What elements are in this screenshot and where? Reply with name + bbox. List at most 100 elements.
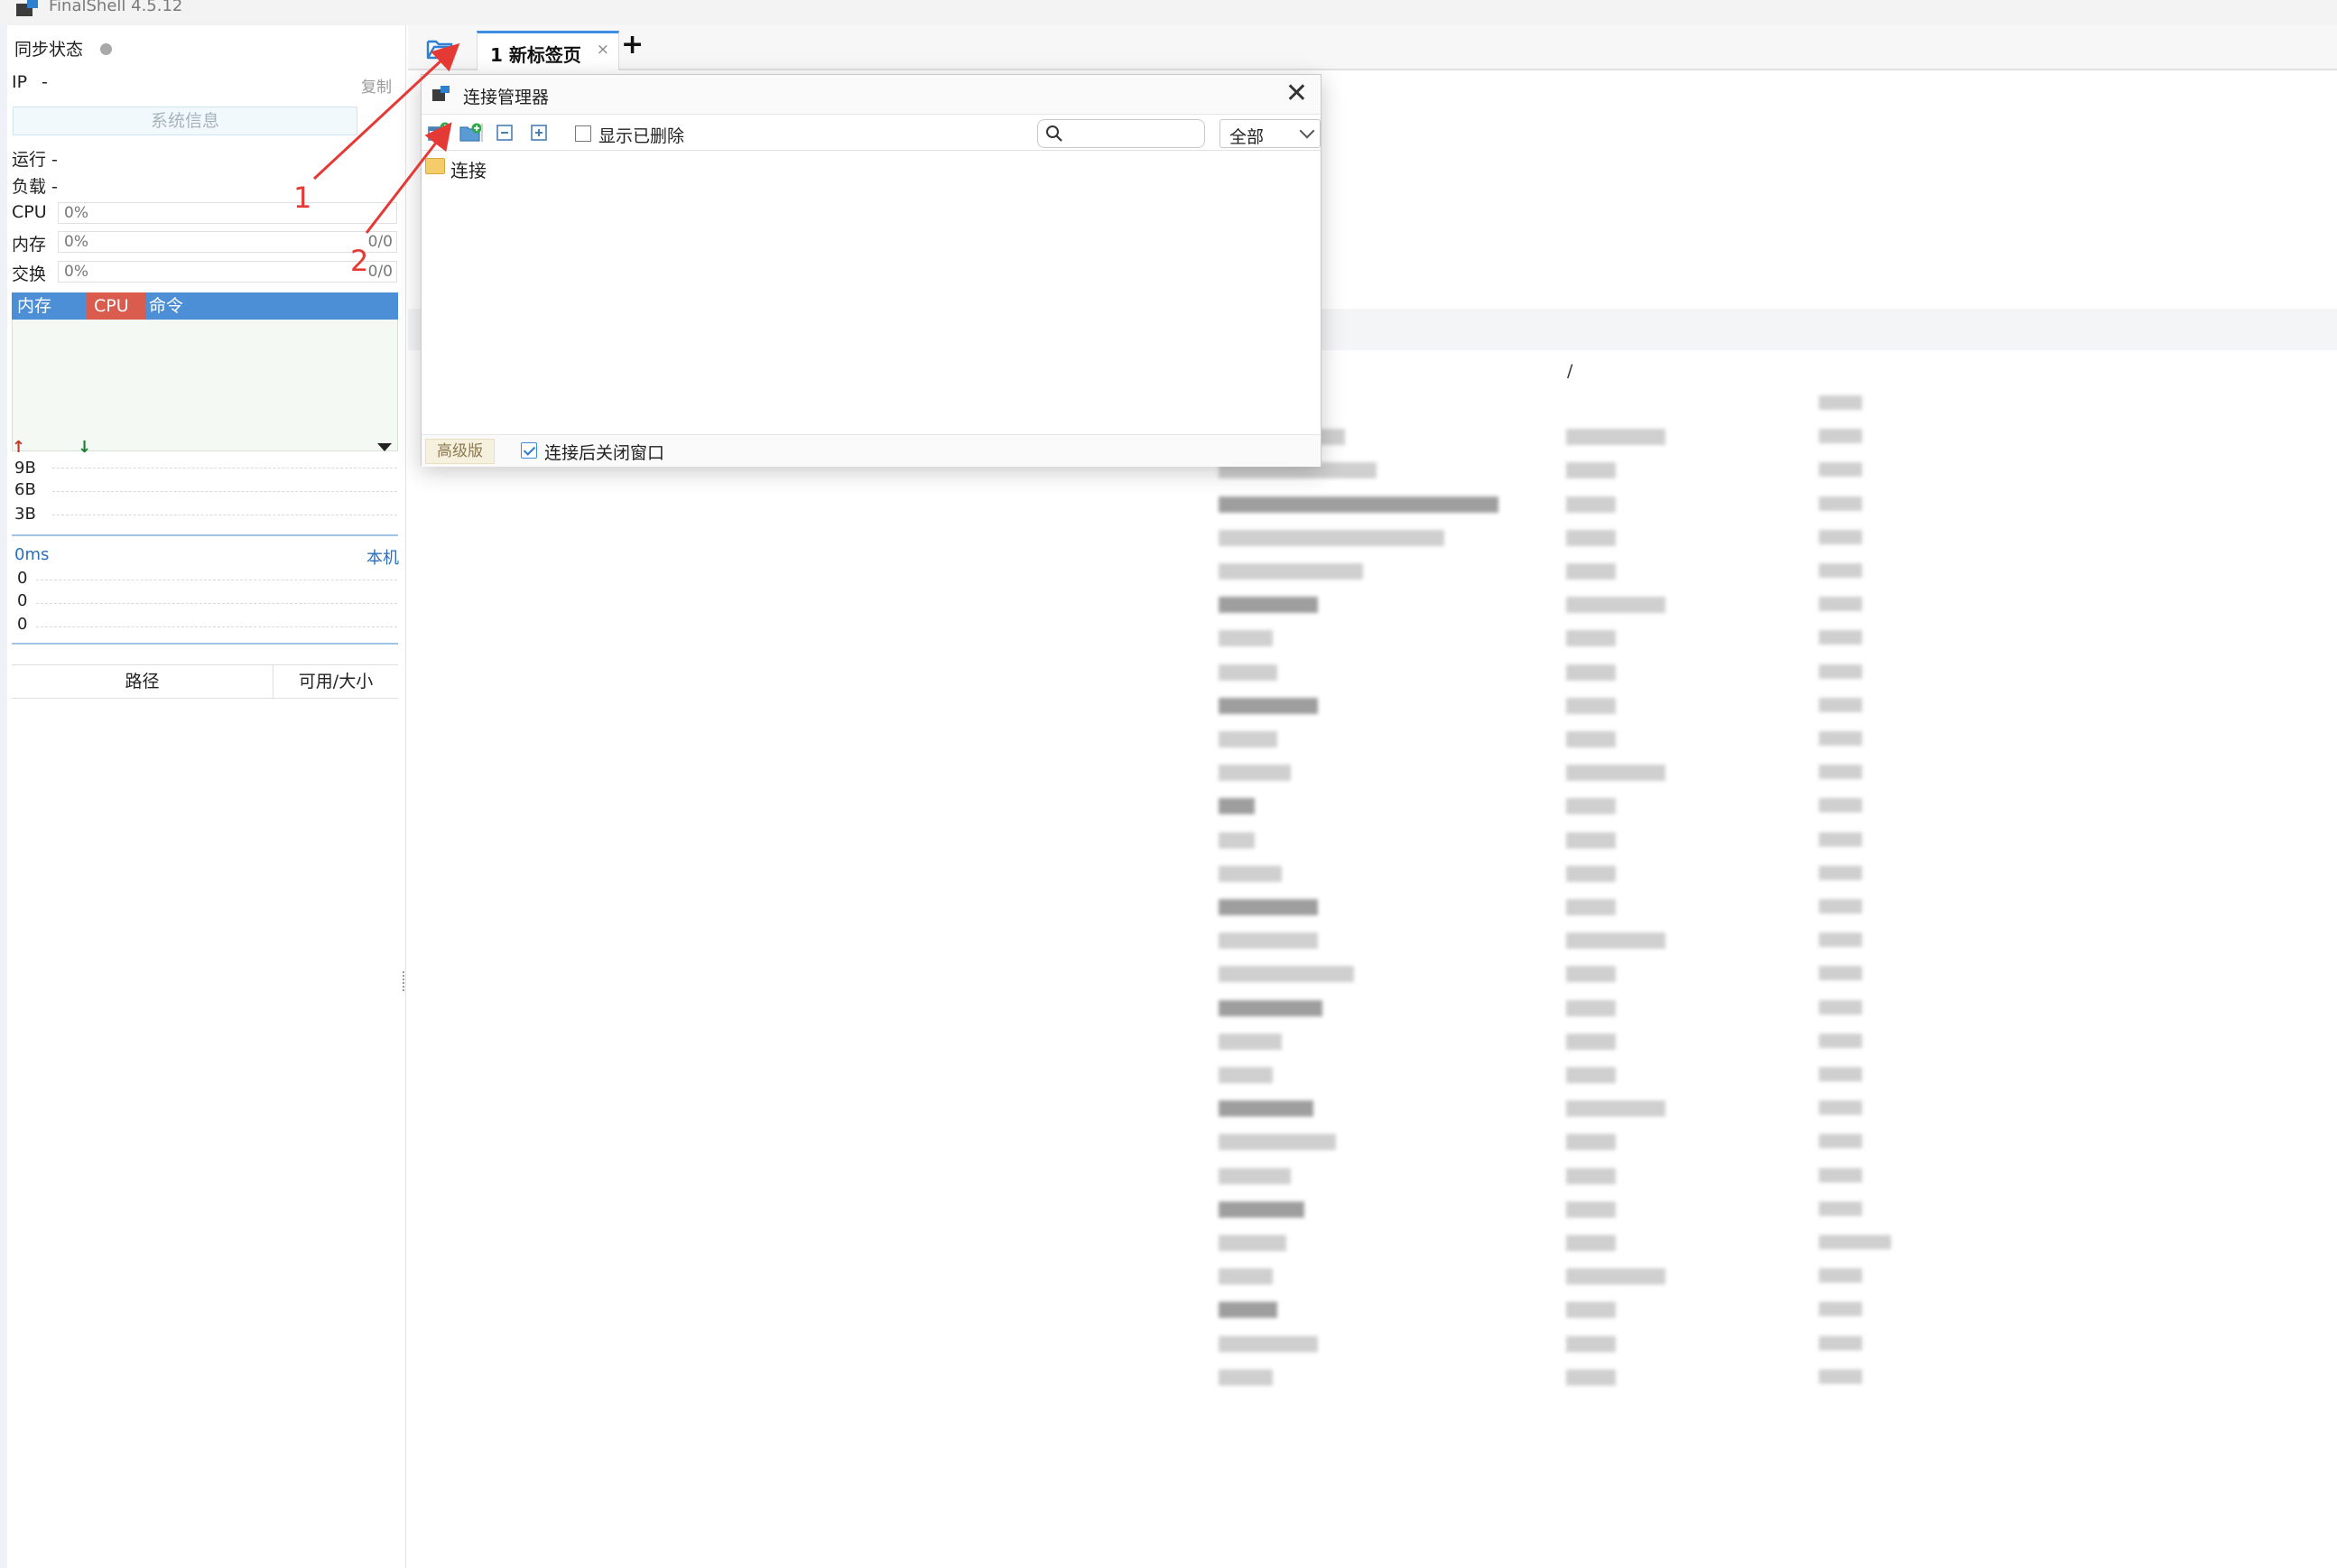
- blurred-cell: [1219, 1268, 1273, 1285]
- blurred-cell: [1219, 698, 1318, 714]
- latency-tick: 0: [17, 615, 28, 634]
- blurred-cell: [1219, 1369, 1273, 1386]
- blurred-cell: [1819, 530, 1862, 544]
- blurred-cell: [1219, 966, 1354, 982]
- blurred-cell: [1219, 1000, 1322, 1016]
- blurred-cell: [1219, 1202, 1304, 1218]
- load-text: 负载 -: [12, 177, 58, 197]
- panel-splitter-handle[interactable]: [403, 971, 406, 991]
- process-table-header: 内存 CPU 命令: [12, 292, 398, 320]
- disk-col-path[interactable]: 路径: [12, 665, 274, 698]
- open-folder-icon[interactable]: [426, 38, 457, 60]
- tree-item-connections[interactable]: 连接: [450, 156, 487, 182]
- new-folder-icon[interactable]: [459, 122, 483, 144]
- swap-usage-bar: 0% 0/0: [58, 261, 397, 283]
- blurred-cell: [1819, 899, 1862, 914]
- blurred-cell: [1219, 1235, 1286, 1251]
- close-icon[interactable]: ✕: [1285, 79, 1308, 109]
- process-table-body: [12, 320, 398, 451]
- dialog-titlebar[interactable]: 连接管理器 ✕: [422, 75, 1321, 115]
- process-col-memory[interactable]: 内存: [17, 292, 51, 320]
- dialog-footer: 高级版 连接后关闭窗口: [422, 434, 1321, 467]
- search-icon: [1046, 125, 1062, 142]
- blurred-cell: [1566, 1302, 1616, 1318]
- blurred-cell: [1219, 630, 1273, 646]
- blurred-cell: [1566, 530, 1616, 546]
- blurred-cell: [1566, 731, 1616, 747]
- dialog-toolbar: 显示已删除 全部: [422, 115, 1321, 151]
- network-tick: 3B: [14, 505, 36, 524]
- blurred-cell: [1819, 664, 1862, 679]
- blurred-cell: [1219, 1034, 1282, 1050]
- blurred-cell: [1219, 1134, 1336, 1150]
- blurred-cell: [1819, 966, 1862, 980]
- session-tab-bar: 1 新标签页 × +: [408, 25, 2337, 70]
- latency-host[interactable]: 本机: [366, 545, 399, 569]
- system-info-button[interactable]: 系统信息: [13, 107, 357, 135]
- blurred-cell: [1819, 1067, 1862, 1081]
- blurred-cell: [1566, 899, 1616, 915]
- blurred-cell: [1819, 731, 1862, 746]
- blurred-cell: [1819, 597, 1862, 611]
- blurred-cell: [1819, 932, 1862, 947]
- app-logo-icon: [16, 0, 40, 16]
- latency-tick: 0: [17, 569, 28, 588]
- blurred-cell: [1219, 664, 1277, 681]
- disk-col-available[interactable]: 可用/大小: [274, 665, 398, 698]
- blurred-cell: [1566, 1000, 1616, 1016]
- expand-all-icon[interactable]: [528, 122, 552, 144]
- filter-select-value: 全部: [1229, 127, 1265, 147]
- search-input[interactable]: [1037, 119, 1205, 148]
- blurred-cell: [1819, 1100, 1862, 1115]
- blurred-cell: [1566, 1336, 1616, 1352]
- show-deleted-label: 显示已删除: [598, 126, 685, 146]
- app-title: FinalShell 4.5.12: [49, 0, 183, 15]
- blurred-cell: [1566, 1067, 1616, 1083]
- download-arrow-icon: ↓: [78, 438, 92, 457]
- copy-ip-button[interactable]: 复制: [361, 74, 392, 97]
- show-deleted-checkbox[interactable]: [575, 125, 591, 142]
- blurred-cell: [1219, 563, 1363, 580]
- blurred-cell: [1819, 866, 1862, 880]
- blurred-cell: [1566, 496, 1616, 513]
- blurred-cell: [1819, 1034, 1862, 1048]
- connection-manager-dialog: 连接管理器 ✕ 显示已删除 全部 连接 高级版 连接后关闭窗口: [421, 74, 1322, 467]
- ip-label: IP: [12, 72, 28, 92]
- collapse-all-icon[interactable]: [494, 122, 517, 144]
- blurred-cell: [1819, 1202, 1862, 1216]
- blurred-cell: [1219, 932, 1318, 949]
- cpu-label: CPU: [12, 202, 47, 222]
- blurred-cell: [1566, 664, 1616, 681]
- blurred-cell: [1819, 1369, 1862, 1384]
- tab-new-tab[interactable]: 1 新标签页 ×: [477, 31, 619, 70]
- process-col-command[interactable]: 命令: [149, 292, 183, 320]
- add-tab-button[interactable]: +: [621, 29, 644, 60]
- blurred-cell: [1566, 1134, 1616, 1150]
- tab-label: 1 新标签页: [490, 44, 581, 66]
- blurred-cell: [1819, 563, 1862, 578]
- blurred-cell: [1566, 1268, 1665, 1285]
- pro-edition-badge[interactable]: 高级版: [425, 439, 495, 464]
- close-after-connect-checkbox[interactable]: [521, 442, 537, 459]
- tab-close-icon[interactable]: ×: [597, 41, 609, 59]
- sync-status-dot-icon: [100, 43, 112, 55]
- blurred-cell: [1566, 932, 1665, 949]
- blurred-cell: [1566, 630, 1616, 646]
- blurred-cell: [1566, 429, 1665, 445]
- blurred-cell: [1219, 1336, 1318, 1352]
- latency-value: 0ms: [14, 545, 50, 564]
- new-connection-icon[interactable]: [427, 122, 450, 144]
- blurred-cell: [1819, 1134, 1862, 1148]
- process-col-cpu[interactable]: CPU: [87, 292, 146, 320]
- blurred-cell: [1566, 462, 1616, 478]
- blurred-cell: [1819, 832, 1862, 847]
- close-after-connect-label: 连接后关闭窗口: [544, 443, 665, 463]
- network-interface-dropdown-icon[interactable]: [377, 443, 392, 451]
- chevron-down-icon: [1299, 123, 1315, 139]
- disk-table-header: 路径 可用/大小: [12, 664, 398, 699]
- blurred-cell: [1566, 1100, 1665, 1117]
- filter-select[interactable]: 全部: [1220, 119, 1321, 148]
- blurred-cell: [1219, 731, 1277, 747]
- blurred-cell: [1566, 698, 1616, 714]
- blurred-cell: [1566, 1235, 1616, 1251]
